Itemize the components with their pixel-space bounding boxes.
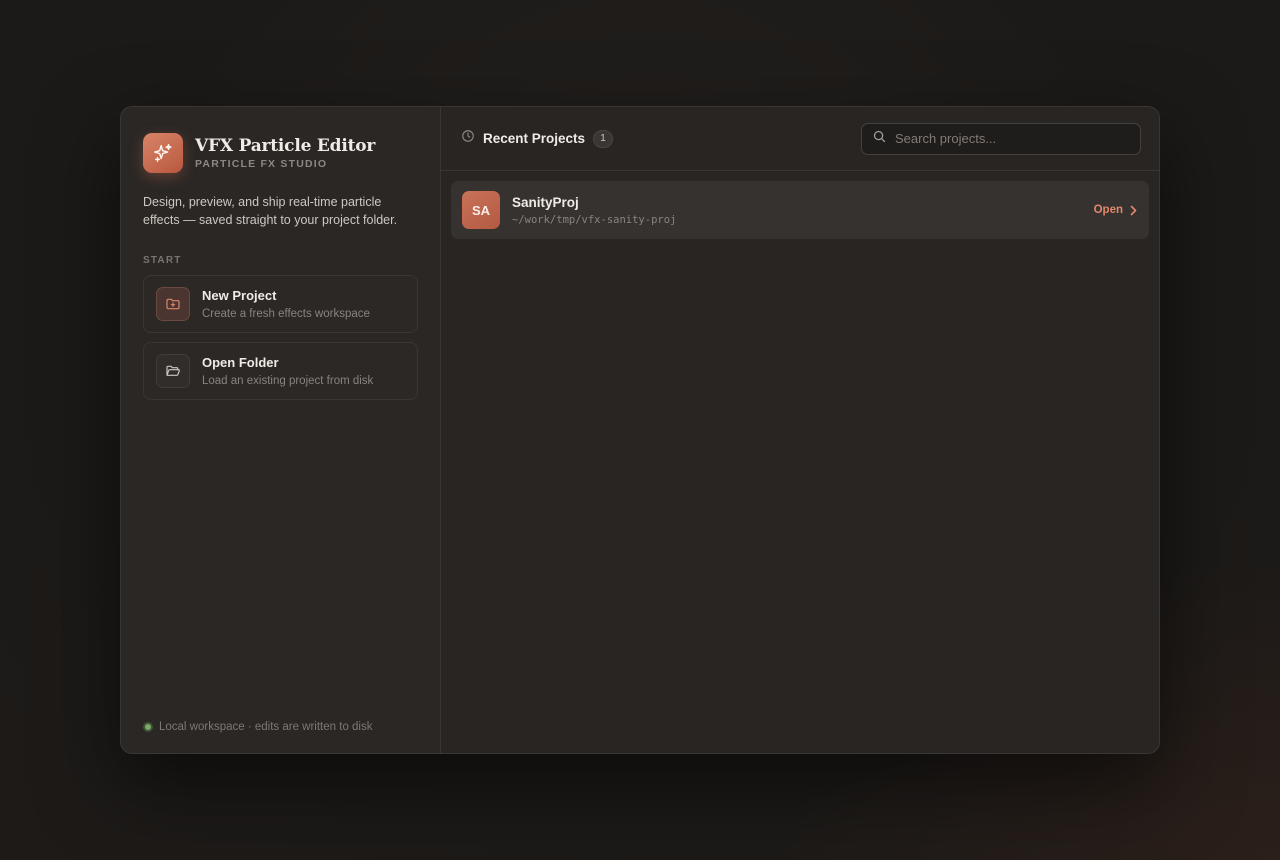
new-project-button[interactable]: New Project Create a fresh effects works… <box>143 275 418 333</box>
start-section-label: START <box>143 255 182 266</box>
recent-projects-panel: Recent Projects 1 SA SanityProj ~/work/t… <box>441 107 1159 753</box>
clock-icon <box>461 129 475 148</box>
app-tagline: Design, preview, and ship real-time part… <box>143 195 398 227</box>
workspace-status: Local workspace · edits are written to d… <box>143 721 372 733</box>
open-folder-title: Open Folder <box>202 355 279 370</box>
project-row[interactable]: SA SanityProj ~/work/tmp/vfx-sanity-proj… <box>451 181 1149 239</box>
open-project-label: Open <box>1093 204 1123 216</box>
app-title: VFX Particle Editor <box>195 136 376 156</box>
chevron-right-icon <box>1130 205 1137 215</box>
open-folder-button[interactable]: Open Folder Load an existing project fro… <box>143 342 418 400</box>
project-name: SanityProj <box>512 194 579 210</box>
open-project-button[interactable]: Open <box>1094 204 1138 216</box>
search-icon <box>872 129 887 149</box>
new-project-description: Create a fresh effects workspace <box>202 308 370 320</box>
project-avatar: SA <box>462 191 500 229</box>
launcher-window: VFX Particle Editor PARTICLE FX STUDIO D… <box>120 106 1160 754</box>
workspace-status-text: Local workspace · edits are written to d… <box>159 721 373 733</box>
sidebar: VFX Particle Editor PARTICLE FX STUDIO D… <box>121 107 441 753</box>
folder-open-icon <box>156 354 190 388</box>
recent-projects-header: Recent Projects 1 <box>441 107 1159 171</box>
folder-plus-icon <box>156 287 190 321</box>
new-project-title: New Project <box>202 288 277 303</box>
project-list: SA SanityProj ~/work/tmp/vfx-sanity-proj… <box>441 171 1159 239</box>
recent-projects-title: Recent Projects <box>483 131 586 146</box>
open-folder-description: Load an existing project from disk <box>202 375 374 387</box>
project-path: ~/work/tmp/vfx-sanity-proj <box>512 213 677 226</box>
sparkles-icon <box>143 133 183 173</box>
brand-header: VFX Particle Editor PARTICLE FX STUDIO <box>143 133 418 173</box>
search-input[interactable] <box>895 131 1125 146</box>
app-subtitle: PARTICLE FX STUDIO <box>195 158 328 170</box>
status-dot <box>143 722 153 732</box>
search-box[interactable] <box>861 122 1141 155</box>
project-count-badge: 1 <box>593 129 614 148</box>
